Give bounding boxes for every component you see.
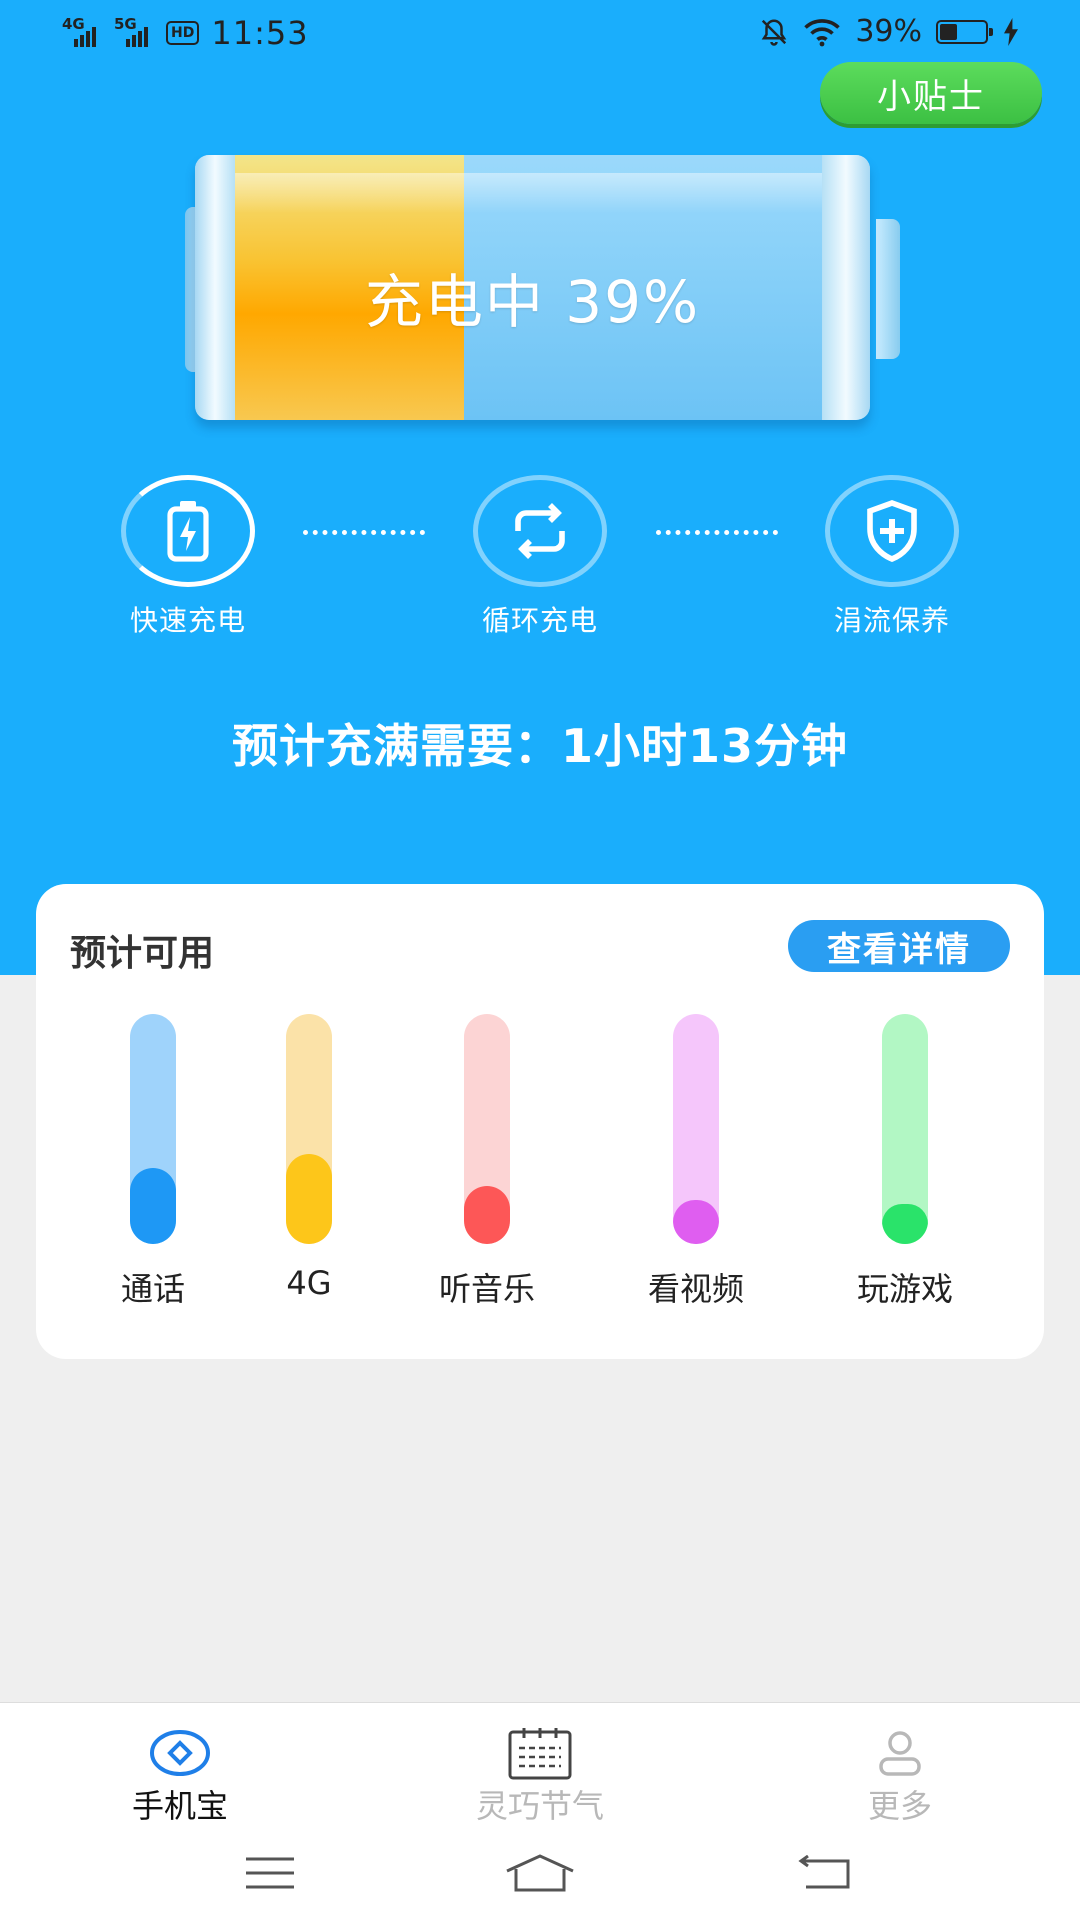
mode-trickle-care[interactable]: 涓流保养	[802, 475, 982, 639]
mode-ring	[473, 475, 607, 587]
system-nav-bar	[0, 1830, 1080, 1920]
status-bar: 4G 5G HD 11:53 39%	[0, 0, 1080, 66]
mode-label: 循环充电	[481, 604, 598, 637]
gauge-call	[130, 1014, 176, 1244]
battery-percent-text: 39%	[855, 14, 922, 49]
mode-connector	[303, 530, 425, 535]
status-left: 4G 5G HD 11:53	[62, 14, 309, 52]
gauge-label-call: 通话	[120, 1270, 185, 1308]
view-details-button[interactable]: 查看详情	[788, 920, 1010, 972]
signal-4g-icon: 4G	[62, 15, 102, 47]
full-charge-eta: 预计充满需要：1小时13分钟	[231, 719, 849, 773]
battery-icon	[936, 19, 993, 44]
status-right: 39%	[759, 14, 1020, 49]
user-icon	[879, 1731, 921, 1776]
mode-fast-charge[interactable]: 快速充电	[98, 475, 278, 639]
home-icon	[506, 1854, 574, 1892]
network-type-1: 4G	[62, 15, 85, 33]
bell-off-icon	[761, 18, 787, 46]
gauge-label-4g: 4G	[286, 1264, 332, 1302]
menu-icon	[246, 1857, 294, 1889]
mode-cycle-charge[interactable]: 循环充电	[450, 475, 630, 639]
charging-status-label: 充电中 39%	[364, 268, 701, 336]
tips-button[interactable]: 小贴士	[820, 62, 1042, 124]
tab-label: 灵巧节气	[475, 1787, 604, 1825]
gauge-video	[673, 1014, 719, 1244]
gauge-4g	[286, 1014, 332, 1244]
gauge-game	[882, 1014, 928, 1244]
network-type-2: 5G	[114, 15, 137, 33]
mode-ring	[825, 475, 959, 587]
battery-body: 充电中 39%	[195, 155, 870, 420]
mode-label: 涓流保养	[833, 604, 950, 637]
cycle-icon	[515, 503, 565, 559]
nav-home-button[interactable]	[500, 1848, 580, 1898]
tab-phone-treasure[interactable]: 手机宝	[80, 1725, 280, 1827]
charging-modes: 快速充电 循环充电 涓流保养	[0, 475, 1080, 637]
tab-label: 手机宝	[131, 1787, 228, 1825]
status-time: 11:53	[211, 14, 309, 52]
nav-menu-button[interactable]	[230, 1848, 310, 1898]
gauge-label-music: 听音乐	[438, 1270, 535, 1308]
tab-solar-terms[interactable]: 灵巧节气	[440, 1725, 640, 1827]
charging-bolt-icon	[1004, 17, 1018, 46]
battery-cap-right	[876, 219, 900, 359]
usage-estimate-card: 预计可用 查看详情 通话 4G 听音乐 看视频 玩游戏	[36, 884, 1044, 1359]
gauge-label-video: 看视频	[647, 1270, 744, 1308]
mode-connector	[656, 530, 778, 535]
diamond-circle-icon	[150, 1730, 210, 1776]
hd-voice-badge: HD	[166, 21, 200, 45]
mode-label: 快速充电	[129, 604, 246, 637]
nav-back-button[interactable]	[785, 1848, 865, 1898]
gauge-label-game: 玩游戏	[856, 1270, 953, 1308]
calendar-icon	[508, 1728, 572, 1780]
bottom-tab-bar: 手机宝 灵巧节气 更多	[0, 1702, 1080, 1831]
charging-battery-graphic: 充电中 39%	[185, 155, 900, 425]
back-icon	[798, 1855, 850, 1889]
tab-label: 更多	[867, 1787, 932, 1825]
wifi-icon	[804, 18, 841, 46]
card-title: 预计可用	[70, 933, 215, 974]
tab-more[interactable]: 更多	[800, 1725, 1000, 1827]
shield-plus-icon	[867, 500, 917, 563]
battery-bolt-icon	[167, 501, 209, 562]
gauge-music	[464, 1014, 510, 1244]
signal-5g-icon: 5G	[114, 15, 154, 47]
mode-ring	[121, 475, 255, 587]
